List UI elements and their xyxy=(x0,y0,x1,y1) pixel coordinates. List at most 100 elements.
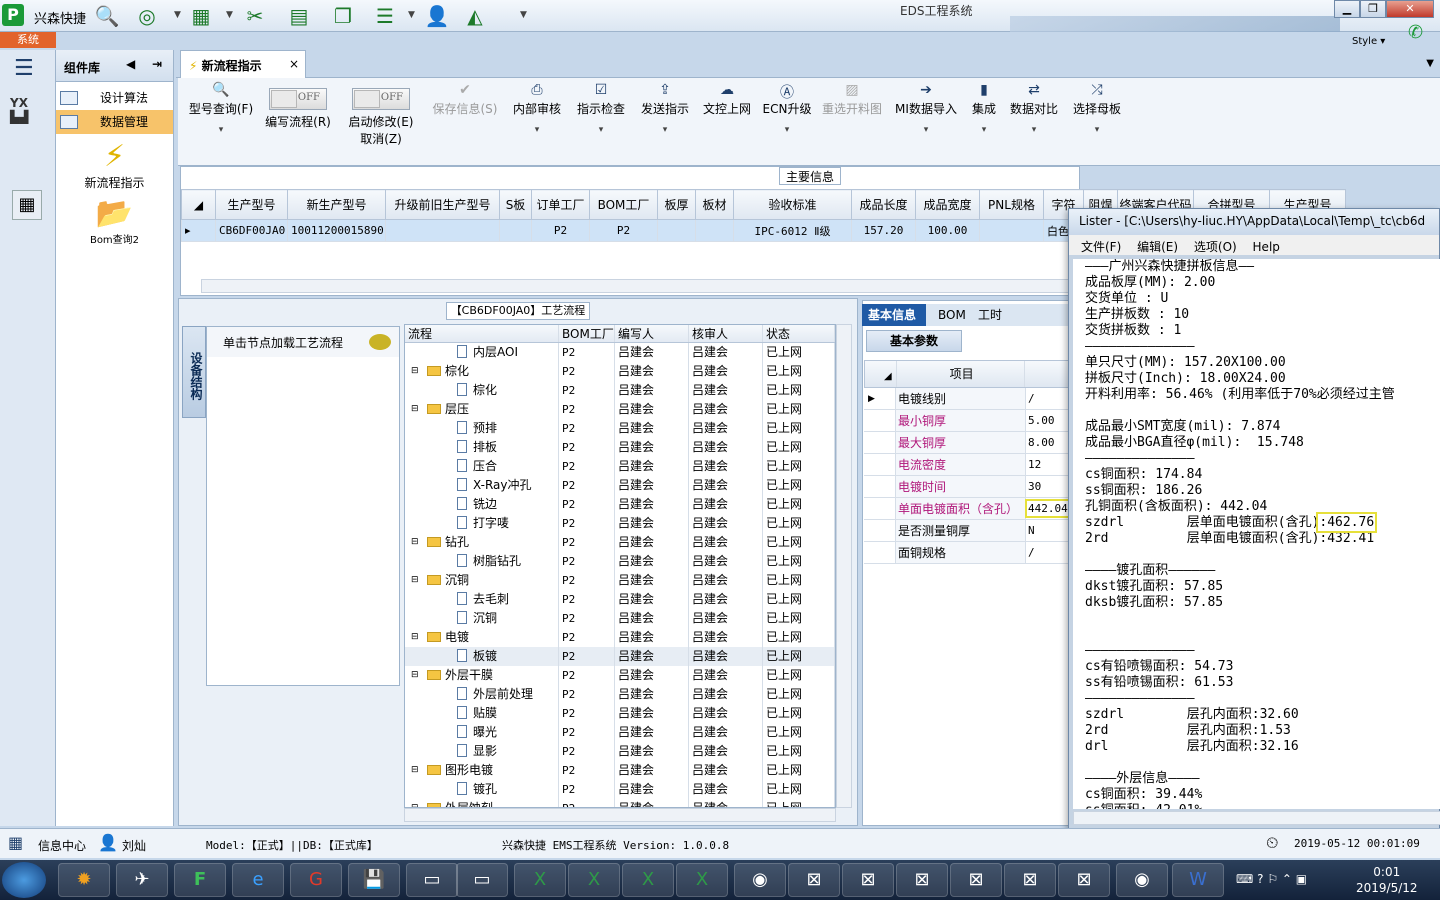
flow-row[interactable]: 外层前处理 P2 吕建会 吕建会 已上网 xyxy=(405,685,835,704)
property-value[interactable]: 12 xyxy=(1028,458,1041,471)
taskbar-clock[interactable]: 0:01 2019/5/12 xyxy=(1356,864,1418,896)
data-compare-button[interactable]: ⇄ 数据对比 ▾ xyxy=(1008,82,1060,135)
column-header[interactable]: 升级前旧生产型号 xyxy=(385,189,500,220)
tab-device-structure[interactable]: 设备结构 xyxy=(182,326,206,418)
expander-icon[interactable]: ⊟ xyxy=(411,799,419,807)
column-header[interactable]: 订单工厂 xyxy=(531,189,590,220)
excel-icon[interactable]: X xyxy=(514,863,566,897)
close-button[interactable]: ✕ xyxy=(1386,0,1434,18)
window-x-icon[interactable]: ⊠ xyxy=(950,863,1002,897)
internet-explorer-icon[interactable]: e xyxy=(232,863,284,897)
flow-step[interactable]: 内层AOI xyxy=(405,343,559,362)
flow-step[interactable]: 贴膜 xyxy=(405,704,559,723)
column-header[interactable]: 新生产型号 xyxy=(287,189,386,220)
user-icon[interactable]: 👤 xyxy=(424,4,450,28)
property-row[interactable]: 是否测量铜厚 N xyxy=(864,520,1070,542)
tab-basic-params[interactable]: 基本参数 xyxy=(866,330,962,352)
reselect-cutting-map-button[interactable]: ▨ 重选开料图 xyxy=(820,82,884,117)
property-row[interactable]: 最小铜厚 5.00 xyxy=(864,410,1070,432)
pin-icon[interactable]: ⇥ xyxy=(152,57,162,71)
excel-icon[interactable]: X xyxy=(622,863,674,897)
tab-bom[interactable]: BOM xyxy=(932,304,972,326)
maximize-button[interactable]: ❐ xyxy=(1360,0,1386,18)
window-app-icon[interactable]: ▭ xyxy=(406,863,458,897)
chevron-down-icon[interactable]: ▼ xyxy=(226,10,233,20)
window-x-icon[interactable]: ⊠ xyxy=(1058,863,1110,897)
flow-row[interactable]: 压合 P2 吕建会 吕建会 已上网 xyxy=(405,457,835,476)
factory-icon[interactable]: YX ▙▟ xyxy=(10,96,44,132)
property-value[interactable]: / xyxy=(1028,392,1035,405)
table-cell[interactable] xyxy=(979,219,1044,242)
flow-row[interactable]: 预排 P2 吕建会 吕建会 已上网 xyxy=(405,419,835,438)
column-header[interactable]: 板厚 xyxy=(657,189,696,220)
flow-row[interactable]: ⊟ 图形电镀 P2 吕建会 吕建会 已上网 xyxy=(405,761,835,780)
table-cell[interactable] xyxy=(695,219,734,242)
column-header[interactable]: 成品长度 xyxy=(851,189,916,220)
tab-work-hours[interactable]: 工时 xyxy=(972,304,1008,326)
flow-step[interactable]: ⊟ 外层干膜 xyxy=(405,666,559,685)
calculator-icon[interactable]: ▦ xyxy=(12,190,42,220)
mi-data-import-button[interactable]: ➔ MI数据导入 ▾ xyxy=(894,82,958,135)
flow-row[interactable]: ⊟ 外层干膜 P2 吕建会 吕建会 已上网 xyxy=(405,666,835,685)
horizontal-scrollbar[interactable] xyxy=(1073,811,1440,825)
flow-step[interactable]: 沉铜 xyxy=(405,609,559,628)
flow-step[interactable]: ⊟ 棕化 xyxy=(405,362,559,381)
column-header[interactable]: BOM工厂 xyxy=(559,325,615,342)
column-header[interactable]: PNL规格 xyxy=(979,189,1044,220)
flow-row[interactable]: ⊟ 层压 P2 吕建会 吕建会 已上网 xyxy=(405,400,835,419)
flow-step[interactable]: ⊟ 外层蚀刻 xyxy=(405,799,559,807)
phone-icon[interactable]: ✆ xyxy=(1408,22,1423,43)
save-disk-icon[interactable]: 💾 xyxy=(348,863,400,897)
menu-file[interactable]: 文件(F) xyxy=(1081,240,1121,254)
window-x-icon[interactable]: ⊠ xyxy=(1004,863,1056,897)
table-cell[interactable] xyxy=(657,219,696,242)
column-header[interactable]: 核审人 xyxy=(689,325,763,342)
table-cell[interactable] xyxy=(385,219,500,242)
window-x-icon[interactable]: ⊠ xyxy=(842,863,894,897)
files-icon[interactable]: ❐ xyxy=(330,4,356,28)
lister-content[interactable]: ———广州兴森快捷拼板信息—— 成品板厚(MM): 2.00 交货单位 : U 生产拼… xyxy=(1073,259,1440,809)
property-row[interactable]: 电流密度 12 xyxy=(864,454,1070,476)
internal-review-button[interactable]: ⎙ 内部审核 ▾ xyxy=(510,82,564,135)
tab-basic-info[interactable]: 基本信息 xyxy=(862,304,926,326)
chevron-down-icon[interactable]: ▼ xyxy=(520,10,527,20)
flow-row[interactable]: 去毛刺 P2 吕建会 吕建会 已上网 xyxy=(405,590,835,609)
flow-row[interactable]: ⊟外层蚀刻P2吕建会吕建会已上网 xyxy=(405,799,835,807)
grid-icon[interactable]: ▦ xyxy=(188,4,214,28)
flow-step[interactable]: ⊟ 层压 xyxy=(405,400,559,419)
globe-icon[interactable]: ◎ xyxy=(134,4,160,28)
list-icon[interactable]: ☰ xyxy=(372,4,398,28)
excel-icon[interactable]: X xyxy=(568,863,620,897)
chart-icon[interactable]: ◭ xyxy=(462,4,488,28)
sidebar-item-design-algorithm[interactable]: 设计算法 xyxy=(56,86,173,110)
flow-row[interactable]: ⊟ 棕化 P2 吕建会 吕建会 已上网 xyxy=(405,362,835,381)
flow-row[interactable]: ⊟ 沉铜 P2 吕建会 吕建会 已上网 xyxy=(405,571,835,590)
flow-row[interactable]: 沉铜 P2 吕建会 吕建会 已上网 xyxy=(405,609,835,628)
flow-step[interactable]: 打字唛 xyxy=(405,514,559,533)
model-query-button[interactable]: 🔍 型号查询(F) ▾ xyxy=(184,82,258,135)
window-app-icon[interactable]: ▭ xyxy=(456,863,508,897)
column-header[interactable]: 状态 xyxy=(763,325,835,342)
column-header[interactable]: 成品宽度 xyxy=(915,189,980,220)
toggle-switch[interactable]: OFF xyxy=(269,88,327,110)
start-modify-toggle[interactable]: OFF 启动修改(E) 取消(Z) xyxy=(344,82,418,147)
property-value[interactable]: / xyxy=(1028,546,1035,559)
property-row[interactable]: 面铜规格 / xyxy=(864,542,1070,564)
minimize-button[interactable]: ▁ xyxy=(1334,0,1360,18)
collapse-left-icon[interactable]: ◀ xyxy=(126,57,135,71)
column-header[interactable]: 验收标准 xyxy=(733,189,852,220)
menu-edit[interactable]: 编辑(E) xyxy=(1137,240,1178,254)
column-header[interactable]: BOM工厂 xyxy=(589,189,658,220)
column-header[interactable]: 编写人 xyxy=(615,325,689,342)
property-row[interactable]: ▶ 电镀线别 / xyxy=(864,388,1070,410)
tray-icons[interactable]: ⌨ ? ⚐ ⌃ ▣ xyxy=(1236,872,1307,886)
app-g-icon[interactable]: G xyxy=(290,863,342,897)
flow-row[interactable]: ⊟ 电镀 P2 吕建会 吕建会 已上网 xyxy=(405,628,835,647)
search-icon[interactable]: 🔍 xyxy=(94,4,120,28)
table-cell[interactable]: CB6DF00JA0 xyxy=(215,219,288,242)
flow-step[interactable]: 压合 xyxy=(405,457,559,476)
flow-step[interactable]: 去毛刺 xyxy=(405,590,559,609)
window-x-icon[interactable]: ⊠ xyxy=(788,863,840,897)
property-value[interactable]: 442.04 xyxy=(1025,499,1071,518)
property-value[interactable]: 30 xyxy=(1028,480,1041,493)
